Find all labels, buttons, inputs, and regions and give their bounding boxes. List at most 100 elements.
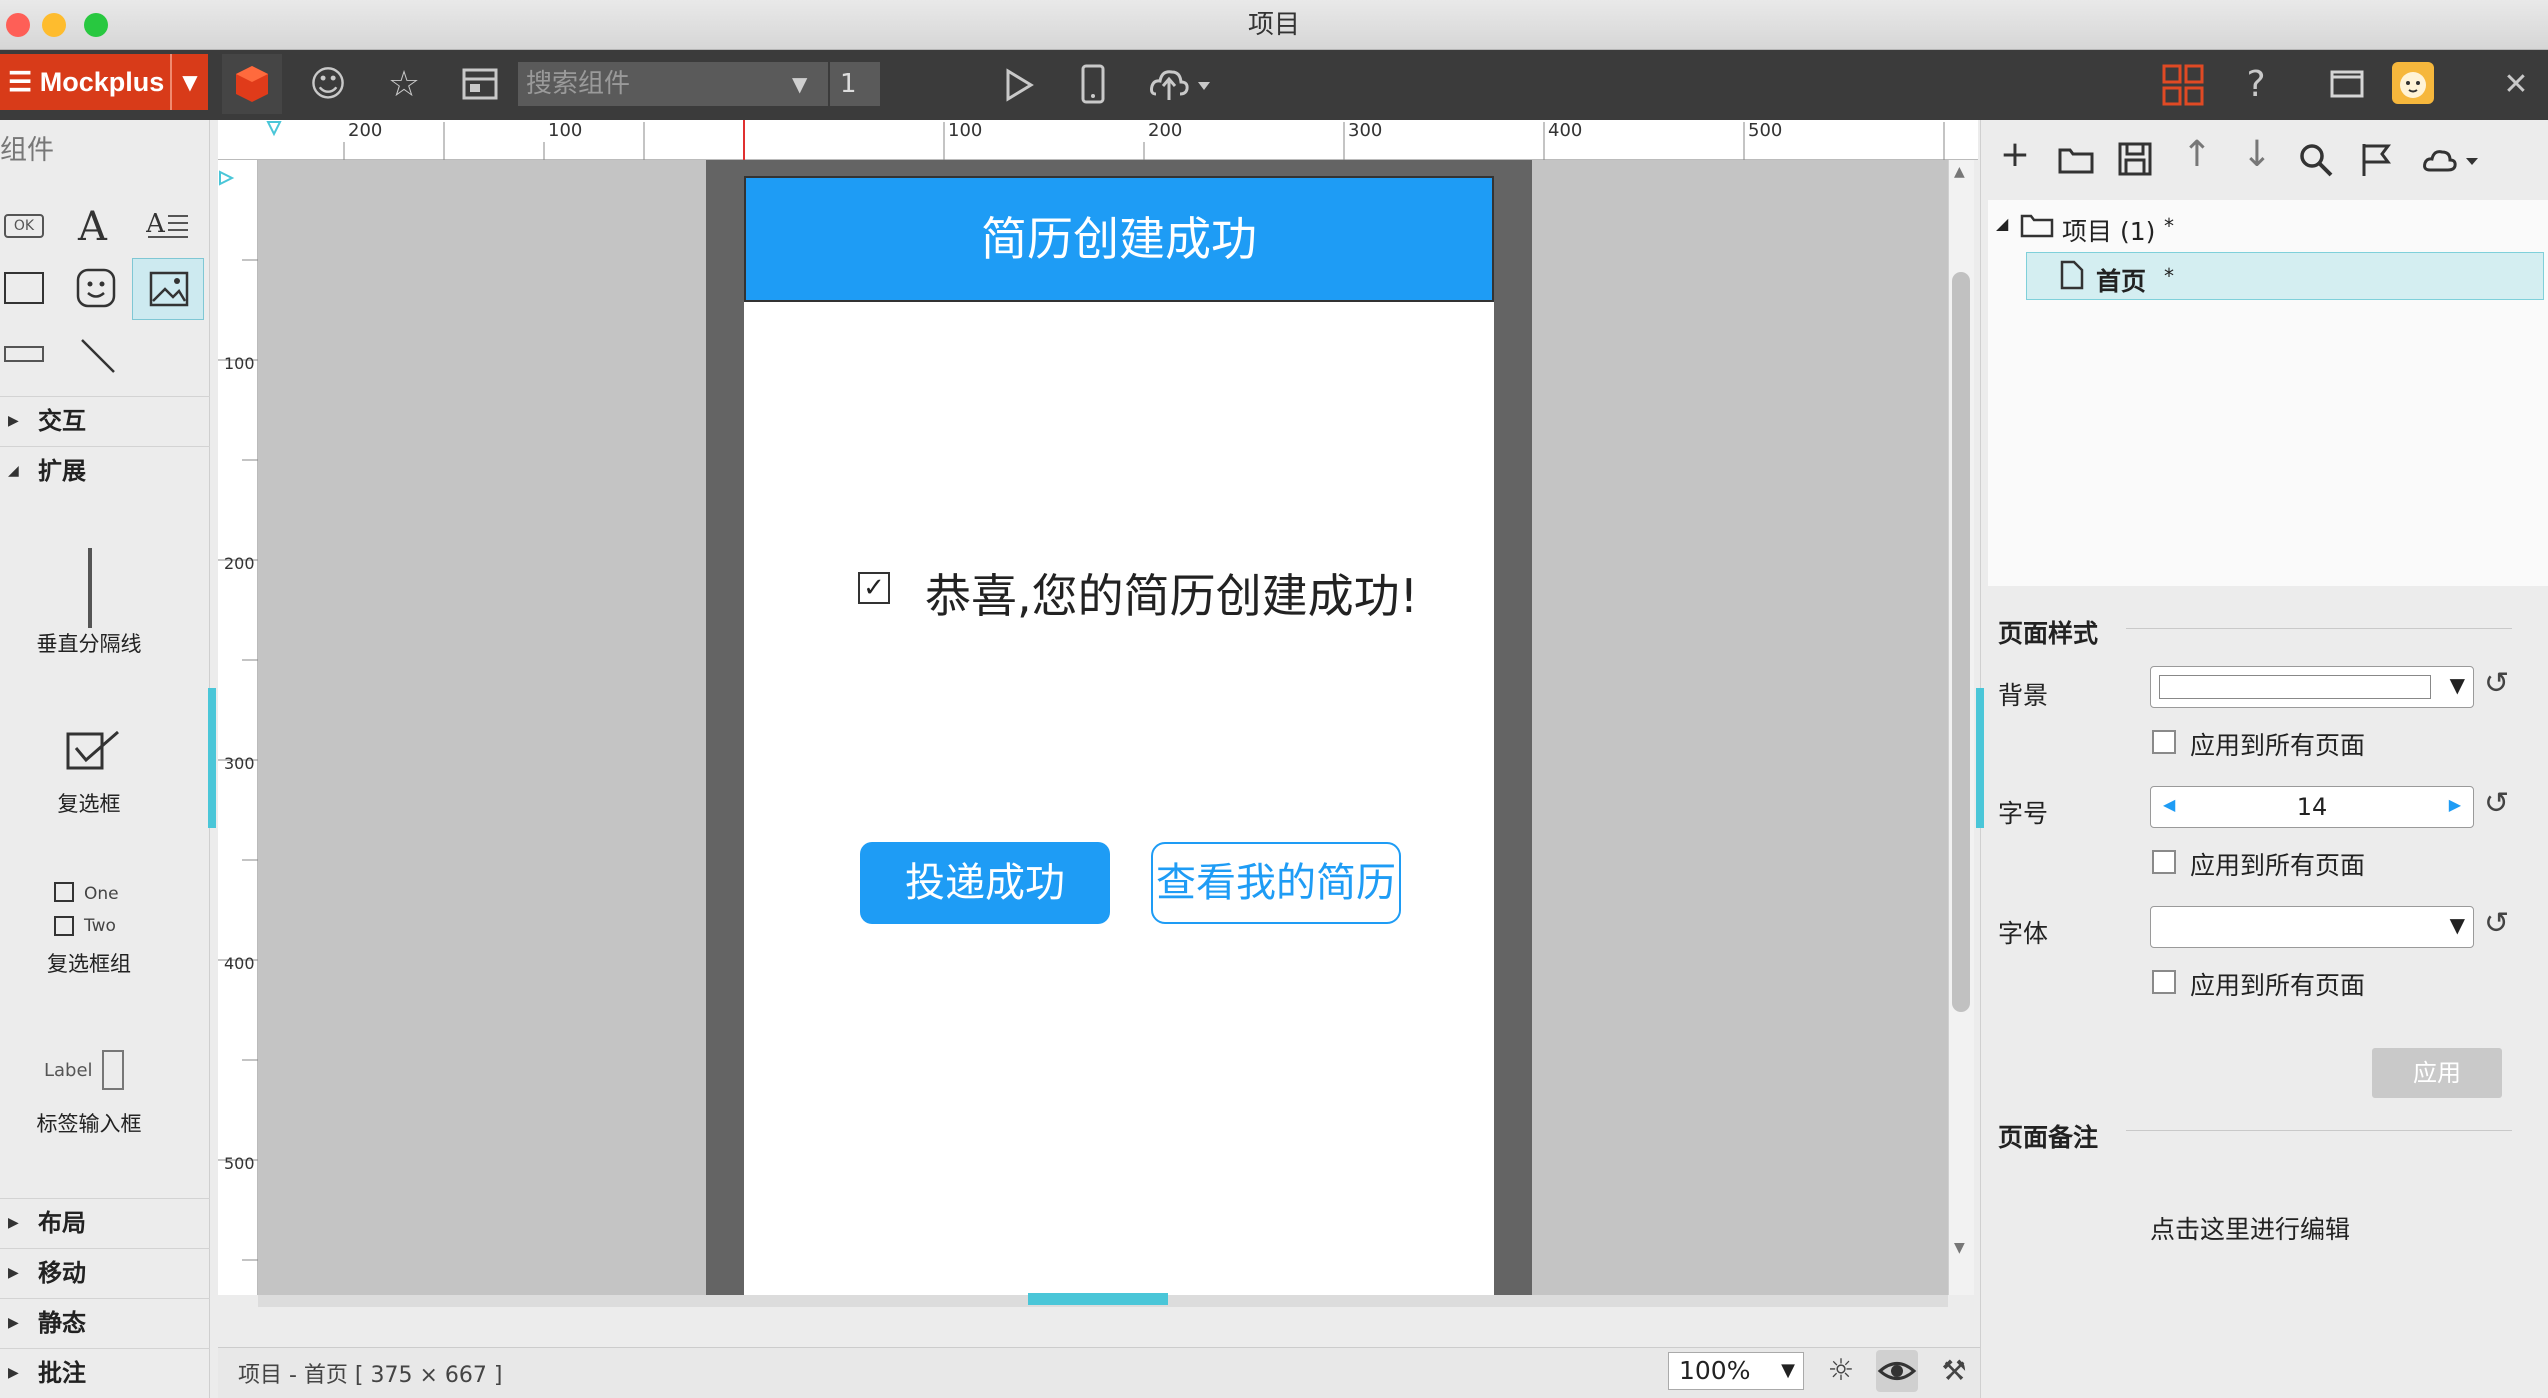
- font-size-stepper[interactable]: ◀ 14 ▶: [2150, 786, 2474, 828]
- scroll-down-icon[interactable]: ▼: [1954, 1240, 1965, 1256]
- vertical-divider-icon[interactable]: [88, 548, 92, 628]
- ruler-label: 100: [224, 354, 255, 373]
- tree-expand-icon[interactable]: ◢: [1996, 214, 2008, 233]
- apply-all-background-checkbox[interactable]: [2152, 730, 2176, 754]
- wrench-icon[interactable]: ⚒: [1936, 1354, 1972, 1390]
- folder-icon: [2020, 212, 2054, 242]
- increment-icon[interactable]: ▶: [2449, 795, 2461, 814]
- avatar-icon[interactable]: [2392, 62, 2434, 104]
- section-static[interactable]: ▶ 静态: [0, 1298, 210, 1346]
- section-label: 移动: [38, 1259, 86, 1287]
- reset-icon[interactable]: ↺: [2484, 666, 2509, 701]
- cloud-upload-icon[interactable]: [1148, 64, 1218, 108]
- apply-all-font-size-checkbox[interactable]: [2152, 850, 2176, 874]
- horizontal-ruler: 200 100 100 200 300 400 500: [218, 120, 1978, 160]
- font-family-label: 字体: [1998, 919, 2049, 948]
- text-widget-icon[interactable]: A: [78, 204, 107, 250]
- ruler-label: 300: [1348, 120, 1383, 141]
- section-label: 静态: [38, 1309, 86, 1337]
- label-input-label: 标签输入框: [36, 1112, 142, 1136]
- menu-icon: ☰: [8, 67, 40, 97]
- move-down-icon[interactable]: ↓: [2232, 134, 2282, 175]
- chevron-down-icon: ▼: [2449, 673, 2465, 697]
- panel-resize-handle[interactable]: [208, 688, 216, 828]
- move-up-icon[interactable]: ↑: [2172, 134, 2222, 175]
- divider: [2126, 628, 2512, 629]
- star-icon[interactable]: ☆: [374, 50, 434, 120]
- ruler-label: 300: [224, 754, 255, 773]
- ruler-label: 200: [224, 554, 255, 573]
- emoji-widget-icon[interactable]: [76, 268, 116, 312]
- section-interaction[interactable]: ▶ 交互: [0, 396, 210, 444]
- unsaved-mark: *: [2164, 214, 2174, 238]
- reset-icon[interactable]: ↺: [2484, 906, 2509, 941]
- status-text: 项目 - 首页 [ 375 × 667 ]: [238, 1363, 503, 1388]
- line-widget-icon[interactable]: [78, 338, 118, 378]
- save-icon[interactable]: [2118, 142, 2152, 180]
- emoji-icon[interactable]: ☺: [298, 50, 358, 120]
- reset-icon[interactable]: ↺: [2484, 786, 2509, 821]
- add-icon[interactable]: +: [1990, 134, 2040, 175]
- image-widget-button[interactable]: [132, 258, 204, 320]
- apply-all-font-checkbox[interactable]: [2152, 970, 2176, 994]
- checkbox-group-two: Two: [84, 916, 116, 936]
- paragraph-widget-icon[interactable]: A: [145, 206, 190, 246]
- chevron-down-icon[interactable]: ▼: [170, 54, 208, 110]
- scrollbar-thumb[interactable]: [1952, 272, 1970, 1012]
- eye-icon[interactable]: [1876, 1350, 1918, 1392]
- folder-icon[interactable]: [2058, 144, 2094, 178]
- section-extension[interactable]: ◢ 扩展: [0, 446, 210, 494]
- ruler-label: 400: [1548, 120, 1583, 141]
- submit-success-button[interactable]: 投递成功: [860, 842, 1110, 924]
- success-message[interactable]: 恭喜,您的简历创建成功!: [925, 560, 1418, 626]
- ruler-label: 200: [1148, 120, 1183, 141]
- section-label: 扩展: [38, 457, 86, 485]
- close-icon[interactable]: ✕: [2486, 50, 2546, 120]
- scroll-up-icon[interactable]: ▲: [1954, 164, 1965, 180]
- phone-screen[interactable]: [744, 176, 1494, 1295]
- ruler-label: 400: [224, 954, 255, 973]
- rectangle-widget-icon[interactable]: [4, 272, 44, 304]
- panel-resize-handle[interactable]: [1976, 688, 1984, 828]
- font-family-select[interactable]: ▼: [2150, 906, 2474, 948]
- sun-icon[interactable]: ☼: [1822, 1352, 1860, 1390]
- cloud-icon[interactable]: [2422, 146, 2486, 180]
- help-icon[interactable]: ?: [2226, 50, 2286, 120]
- search-icon[interactable]: [2298, 142, 2334, 182]
- background-color-select[interactable]: ▼: [2150, 666, 2474, 708]
- page-notes-editor[interactable]: 点击这里进行编辑: [2150, 1210, 2350, 1246]
- apply-all-label: 应用到所有页面: [2190, 851, 2366, 880]
- canvas-resize-handle[interactable]: [1028, 1293, 1168, 1305]
- triangle-right-icon: ▶: [8, 413, 19, 429]
- success-checkbox[interactable]: ✓: [858, 572, 890, 604]
- checkbox-group-box-icon[interactable]: [54, 916, 74, 936]
- zoom-select[interactable]: 100% ▼: [1668, 1352, 1804, 1390]
- section-mobile[interactable]: ▶ 移动: [0, 1248, 210, 1296]
- layout-icon[interactable]: [462, 68, 498, 104]
- search-input[interactable]: 搜索组件: [518, 62, 828, 106]
- view-resume-button[interactable]: 查看我的简历: [1151, 842, 1401, 924]
- app-header[interactable]: 简历创建成功: [744, 176, 1494, 302]
- brand-label: Mockplus: [39, 67, 165, 97]
- page-number-field[interactable]: 1: [830, 62, 880, 106]
- vertical-divider-label: 垂直分隔线: [36, 632, 142, 656]
- chevron-down-icon[interactable]: ▼: [792, 62, 822, 106]
- window-icon[interactable]: [2330, 70, 2364, 102]
- page-style-title: 页面样式: [1998, 619, 2099, 648]
- flag-icon[interactable]: [2360, 142, 2392, 182]
- triangle-right-icon: ▶: [8, 1315, 19, 1331]
- tree-project-label[interactable]: 项目 (1): [2062, 212, 2155, 248]
- section-annotation[interactable]: ▶ 批注: [0, 1348, 210, 1396]
- button-widget-icon[interactable]: OK: [4, 214, 44, 238]
- box-icon-button[interactable]: [222, 54, 282, 114]
- checkbox-widget-icon[interactable]: [66, 728, 122, 776]
- input-widget-icon[interactable]: [4, 346, 44, 362]
- label-input-icon[interactable]: [102, 1050, 124, 1090]
- grid-icon[interactable]: [2162, 64, 2204, 110]
- play-icon[interactable]: [1004, 68, 1034, 106]
- phone-icon[interactable]: [1080, 64, 1108, 110]
- ruler-label: 500: [224, 1154, 255, 1173]
- section-layout[interactable]: ▶ 布局: [0, 1198, 210, 1246]
- checkbox-group-check-icon[interactable]: [54, 882, 74, 902]
- apply-button[interactable]: 应用: [2372, 1048, 2502, 1098]
